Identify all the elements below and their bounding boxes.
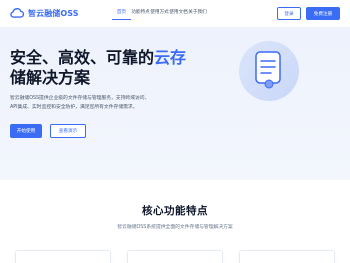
features-subtitle: 智云融储OSS系统提供全面的文件存储与管理解决方案 (117, 225, 233, 230)
main-nav: 首页 功能特点 使用方式 使用文档 关于我们 (112, 9, 207, 20)
register-button[interactable]: 免费注册 (306, 7, 340, 20)
hero-description-line1: 智云融储OSS提供企业级的文件存储与管理服务，支持跨域访问、 (10, 96, 150, 101)
brand-name: 智云融储OSS (28, 8, 79, 18)
feature-card[interactable] (15, 250, 111, 263)
login-button[interactable]: 登录 (277, 7, 301, 20)
document-icon (239, 41, 299, 101)
nav-item-home[interactable]: 首页 (112, 9, 131, 20)
hero-description: 智云融储OSS提供企业级的文件存储与管理服务，支持跨域访问、 API集成、实时监… (10, 95, 210, 112)
start-button[interactable]: 开始使用 (10, 124, 42, 138)
hero-title-accent: 云存 (154, 48, 187, 67)
nav-item-usage[interactable]: 使用方式 (150, 9, 169, 20)
cloud-icon (10, 8, 24, 18)
hero-description-line2: API集成、实时监控和安全防护，满足您所有文件存储需求。 (10, 104, 138, 110)
features-section: 核心功能特点 智云融储OSS系统提供全面的文件存储与管理解决方案 (0, 180, 350, 263)
feature-card[interactable] (239, 250, 335, 263)
top-navbar: 智云融储OSS 首页 功能特点 使用方式 使用文档 关于我们 登录 免费注册 (0, 0, 350, 28)
nav-item-docs[interactable]: 使用文档 (169, 9, 188, 20)
nav-item-features[interactable]: 功能特点 (131, 9, 150, 20)
nav-item-about[interactable]: 关于我们 (188, 9, 207, 20)
feature-card[interactable] (127, 250, 223, 263)
hero-title: 安全、高效、可靠的云存 储解决方案 (10, 48, 210, 88)
features-title: 核心功能特点 (142, 205, 208, 217)
hero-title-part1: 安全、高效、可靠的 (10, 48, 155, 67)
hero-title-part2: 储解决方案 (10, 68, 91, 87)
demo-button[interactable]: 查看演示 (50, 124, 86, 138)
brand-logo[interactable]: 智云融储OSS (10, 7, 79, 19)
hero-section: 安全、高效、可靠的云存 储解决方案 智云融储OSS提供企业级的文件存储与管理服务… (0, 28, 350, 180)
